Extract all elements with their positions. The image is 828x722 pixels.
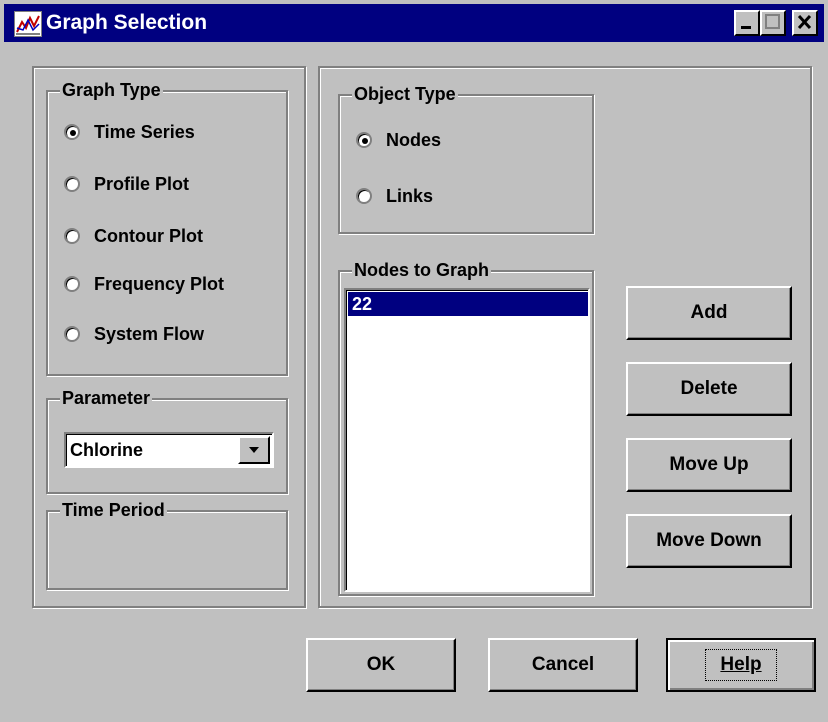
minimize-button[interactable] [734,10,760,36]
radio-nodes[interactable]: Nodes [356,128,441,152]
left-panel: Graph Type Time Series Profile Plot Cont… [32,66,306,608]
move-up-button[interactable]: Move Up [626,438,792,492]
ok-button[interactable]: OK [306,638,456,692]
radio-profile-plot[interactable]: Profile Plot [64,172,189,196]
list-item[interactable]: 22 [348,292,588,316]
close-icon [797,14,812,30]
parameter-label: Parameter [60,386,153,410]
close-button[interactable] [792,10,818,36]
move-down-button[interactable]: Move Down [626,514,792,568]
maximize-button[interactable] [760,10,786,36]
nodes-to-graph-group: Nodes to Graph 22 [338,258,594,596]
cancel-button[interactable]: Cancel [488,638,638,692]
nodes-listbox[interactable]: 22 [344,288,590,592]
title-bar[interactable]: Graph Selection [4,4,824,42]
chevron-down-icon [249,447,259,453]
graph-type-group: Graph Type Time Series Profile Plot Cont… [46,78,288,376]
radio-contour-plot[interactable]: Contour Plot [64,224,203,248]
graph-app-icon [14,11,42,37]
object-type-label: Object Type [352,82,458,106]
radio-icon [356,188,372,204]
radio-icon [64,276,80,292]
radio-system-flow[interactable]: System Flow [64,322,204,346]
help-button-label: Help [705,649,777,681]
radio-time-series[interactable]: Time Series [64,120,195,144]
graph-type-label: Graph Type [60,78,163,102]
radio-selected-icon [64,124,80,140]
radio-frequency-plot[interactable]: Frequency Plot [64,272,224,296]
delete-button[interactable]: Delete [626,362,792,416]
parameter-value: Chlorine [70,440,144,460]
right-panel: Object Type Nodes Links Nodes to Graph 2… [318,66,812,608]
window-title: Graph Selection [46,11,208,34]
time-period-group: Time Period [46,498,288,590]
maximize-icon [765,14,780,29]
nodes-to-graph-label: Nodes to Graph [352,258,492,282]
parameter-dropdown[interactable]: Chlorine [64,432,274,468]
radio-selected-icon [356,132,372,148]
dropdown-arrow-button[interactable] [238,436,270,464]
radio-icon [64,176,80,192]
add-button[interactable]: Add [626,286,792,340]
graph-selection-dialog: Graph Selection Graph Type Time Series P… [0,0,828,722]
minimize-icon [741,26,751,29]
object-type-group: Object Type Nodes Links [338,82,594,234]
radio-icon [64,326,80,342]
radio-icon [64,228,80,244]
help-button[interactable]: Help [666,638,816,692]
parameter-group: Parameter Chlorine [46,386,288,494]
time-period-label: Time Period [60,498,167,522]
radio-links[interactable]: Links [356,184,433,208]
